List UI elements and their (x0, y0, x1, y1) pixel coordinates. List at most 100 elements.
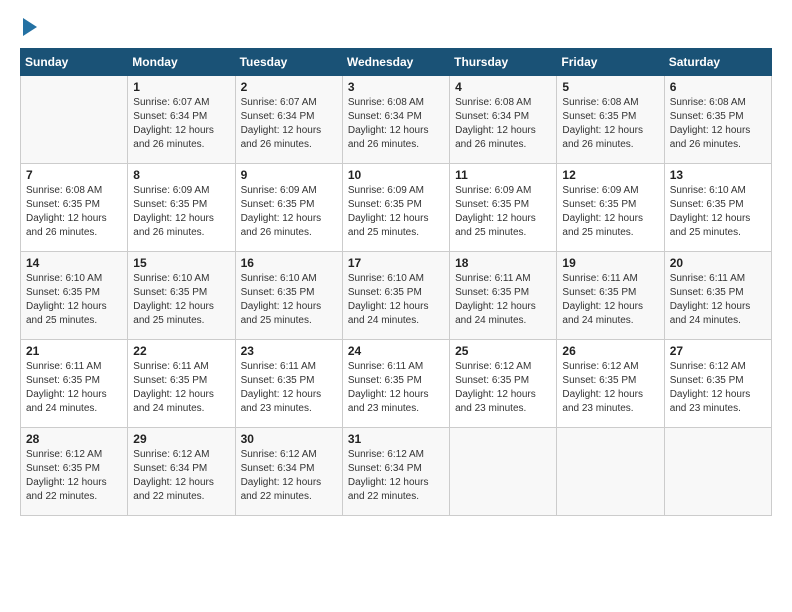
day-info: Sunrise: 6:08 AMSunset: 6:35 PMDaylight:… (26, 184, 122, 240)
column-header-saturday: Saturday (664, 49, 771, 76)
day-info: Sunrise: 6:08 AMSunset: 6:34 PMDaylight:… (348, 96, 444, 152)
page-header (20, 20, 772, 36)
day-number: 20 (670, 256, 766, 270)
calendar-cell: 2 Sunrise: 6:07 AMSunset: 6:34 PMDaylight… (235, 76, 342, 164)
day-number: 19 (562, 256, 658, 270)
day-info: Sunrise: 6:09 AMSunset: 6:35 PMDaylight:… (348, 184, 444, 240)
day-number: 7 (26, 168, 122, 182)
day-number: 6 (670, 80, 766, 94)
calendar-cell: 26 Sunrise: 6:12 AMSunset: 6:35 PMDayligh… (557, 340, 664, 428)
calendar-header-row: SundayMondayTuesdayWednesdayThursdayFrid… (21, 49, 772, 76)
day-info: Sunrise: 6:10 AMSunset: 6:35 PMDaylight:… (26, 272, 122, 328)
calendar-cell: 3 Sunrise: 6:08 AMSunset: 6:34 PMDaylight… (342, 76, 449, 164)
column-header-tuesday: Tuesday (235, 49, 342, 76)
day-number: 28 (26, 432, 122, 446)
day-number: 29 (133, 432, 229, 446)
calendar-cell: 19 Sunrise: 6:11 AMSunset: 6:35 PMDayligh… (557, 252, 664, 340)
day-info: Sunrise: 6:12 AMSunset: 6:34 PMDaylight:… (133, 448, 229, 504)
calendar-cell: 23 Sunrise: 6:11 AMSunset: 6:35 PMDayligh… (235, 340, 342, 428)
day-info: Sunrise: 6:10 AMSunset: 6:35 PMDaylight:… (348, 272, 444, 328)
calendar-cell: 15 Sunrise: 6:10 AMSunset: 6:35 PMDayligh… (128, 252, 235, 340)
day-number: 12 (562, 168, 658, 182)
calendar-cell: 20 Sunrise: 6:11 AMSunset: 6:35 PMDayligh… (664, 252, 771, 340)
day-number: 1 (133, 80, 229, 94)
calendar-cell: 1 Sunrise: 6:07 AMSunset: 6:34 PMDaylight… (128, 76, 235, 164)
day-info: Sunrise: 6:12 AMSunset: 6:34 PMDaylight:… (348, 448, 444, 504)
calendar-cell (664, 428, 771, 516)
logo (20, 20, 37, 36)
calendar-week-row: 28 Sunrise: 6:12 AMSunset: 6:35 PMDayligh… (21, 428, 772, 516)
day-info: Sunrise: 6:09 AMSunset: 6:35 PMDaylight:… (133, 184, 229, 240)
calendar-cell (21, 76, 128, 164)
day-info: Sunrise: 6:11 AMSunset: 6:35 PMDaylight:… (26, 360, 122, 416)
day-number: 27 (670, 344, 766, 358)
column-header-sunday: Sunday (21, 49, 128, 76)
day-info: Sunrise: 6:08 AMSunset: 6:35 PMDaylight:… (562, 96, 658, 152)
day-number: 30 (241, 432, 337, 446)
calendar-cell: 17 Sunrise: 6:10 AMSunset: 6:35 PMDayligh… (342, 252, 449, 340)
day-number: 17 (348, 256, 444, 270)
day-info: Sunrise: 6:12 AMSunset: 6:35 PMDaylight:… (26, 448, 122, 504)
day-info: Sunrise: 6:07 AMSunset: 6:34 PMDaylight:… (133, 96, 229, 152)
day-number: 14 (26, 256, 122, 270)
day-info: Sunrise: 6:11 AMSunset: 6:35 PMDaylight:… (562, 272, 658, 328)
calendar-cell (557, 428, 664, 516)
day-info: Sunrise: 6:12 AMSunset: 6:34 PMDaylight:… (241, 448, 337, 504)
calendar-cell: 4Sunrise: 6:08 AMSunset: 6:34 PMDaylight… (450, 76, 557, 164)
day-number: 8 (133, 168, 229, 182)
calendar-cell: 31Sunrise: 6:12 AMSunset: 6:34 PMDayligh… (342, 428, 449, 516)
day-info: Sunrise: 6:12 AMSunset: 6:35 PMDaylight:… (562, 360, 658, 416)
day-number: 16 (241, 256, 337, 270)
day-number: 10 (348, 168, 444, 182)
day-number: 3 (348, 80, 444, 94)
column-header-monday: Monday (128, 49, 235, 76)
day-number: 23 (241, 344, 337, 358)
calendar-cell (450, 428, 557, 516)
logo-arrow-icon (23, 18, 37, 36)
day-info: Sunrise: 6:11 AMSunset: 6:35 PMDaylight:… (670, 272, 766, 328)
day-info: Sunrise: 6:11 AMSunset: 6:35 PMDaylight:… (348, 360, 444, 416)
day-number: 22 (133, 344, 229, 358)
day-number: 5 (562, 80, 658, 94)
calendar-cell: 10 Sunrise: 6:09 AMSunset: 6:35 PMDayligh… (342, 164, 449, 252)
calendar-cell: 27Sunrise: 6:12 AMSunset: 6:35 PMDayligh… (664, 340, 771, 428)
calendar-week-row: 14 Sunrise: 6:10 AMSunset: 6:35 PMDayligh… (21, 252, 772, 340)
calendar-table: SundayMondayTuesdayWednesdayThursdayFrid… (20, 48, 772, 516)
day-number: 25 (455, 344, 551, 358)
column-header-friday: Friday (557, 49, 664, 76)
calendar-cell: 28 Sunrise: 6:12 AMSunset: 6:35 PMDayligh… (21, 428, 128, 516)
column-header-thursday: Thursday (450, 49, 557, 76)
calendar-cell: 13 Sunrise: 6:10 AMSunset: 6:35 PMDayligh… (664, 164, 771, 252)
day-info: Sunrise: 6:07 AMSunset: 6:34 PMDaylight:… (241, 96, 337, 152)
day-number: 4 (455, 80, 551, 94)
calendar-cell: 8 Sunrise: 6:09 AMSunset: 6:35 PMDaylight… (128, 164, 235, 252)
calendar-week-row: 1 Sunrise: 6:07 AMSunset: 6:34 PMDaylight… (21, 76, 772, 164)
day-number: 15 (133, 256, 229, 270)
calendar-cell: 18Sunrise: 6:11 AMSunset: 6:35 PMDayligh… (450, 252, 557, 340)
day-number: 26 (562, 344, 658, 358)
calendar-cell: 12 Sunrise: 6:09 AMSunset: 6:35 PMDayligh… (557, 164, 664, 252)
day-number: 24 (348, 344, 444, 358)
day-info: Sunrise: 6:11 AMSunset: 6:35 PMDaylight:… (241, 360, 337, 416)
calendar-week-row: 21 Sunrise: 6:11 AMSunset: 6:35 PMDayligh… (21, 340, 772, 428)
day-info: Sunrise: 6:12 AMSunset: 6:35 PMDaylight:… (455, 360, 551, 416)
calendar-cell: 5 Sunrise: 6:08 AMSunset: 6:35 PMDaylight… (557, 76, 664, 164)
day-info: Sunrise: 6:09 AMSunset: 6:35 PMDaylight:… (562, 184, 658, 240)
calendar-cell: 7 Sunrise: 6:08 AMSunset: 6:35 PMDaylight… (21, 164, 128, 252)
day-number: 21 (26, 344, 122, 358)
calendar-cell: 21 Sunrise: 6:11 AMSunset: 6:35 PMDayligh… (21, 340, 128, 428)
calendar-cell: 14 Sunrise: 6:10 AMSunset: 6:35 PMDayligh… (21, 252, 128, 340)
day-number: 13 (670, 168, 766, 182)
day-info: Sunrise: 6:10 AMSunset: 6:35 PMDaylight:… (670, 184, 766, 240)
calendar-cell: 24 Sunrise: 6:11 AMSunset: 6:35 PMDayligh… (342, 340, 449, 428)
column-header-wednesday: Wednesday (342, 49, 449, 76)
day-info: Sunrise: 6:11 AMSunset: 6:35 PMDaylight:… (455, 272, 551, 328)
day-info: Sunrise: 6:09 AMSunset: 6:35 PMDaylight:… (241, 184, 337, 240)
calendar-week-row: 7 Sunrise: 6:08 AMSunset: 6:35 PMDaylight… (21, 164, 772, 252)
day-number: 11 (455, 168, 551, 182)
calendar-cell: 6Sunrise: 6:08 AMSunset: 6:35 PMDaylight… (664, 76, 771, 164)
day-info: Sunrise: 6:11 AMSunset: 6:35 PMDaylight:… (133, 360, 229, 416)
calendar-cell: 16Sunrise: 6:10 AMSunset: 6:35 PMDayligh… (235, 252, 342, 340)
day-info: Sunrise: 6:10 AMSunset: 6:35 PMDaylight:… (133, 272, 229, 328)
day-number: 2 (241, 80, 337, 94)
